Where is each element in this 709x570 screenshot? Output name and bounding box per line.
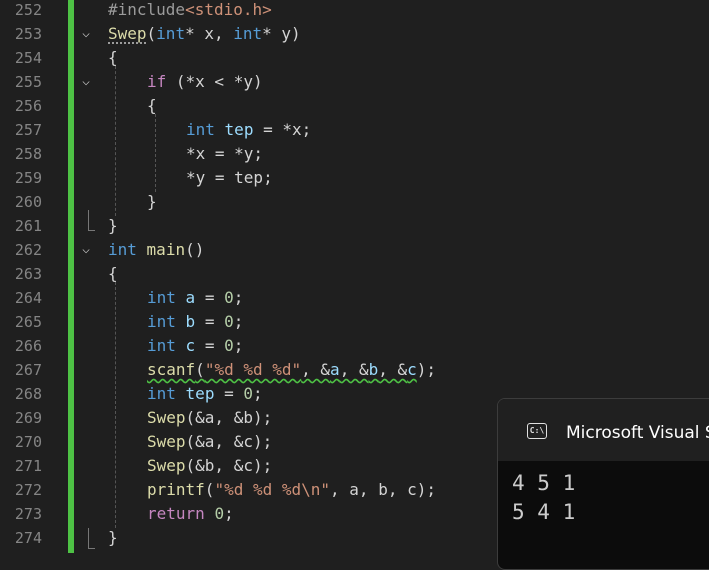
line-number: 271 <box>14 457 42 475</box>
code-line[interactable]: 255 ⌵ if (*x < *y) <box>0 70 709 94</box>
code-text: *y = tep; <box>186 168 273 187</box>
line-number: 254 <box>14 49 42 67</box>
line-number: 263 <box>14 265 42 283</box>
line-number: 272 <box>14 481 42 499</box>
code-line[interactable]: 267 scanf("%d %d %d", &a, &b, &c); <box>0 358 709 382</box>
console-output-line: 5 4 1 <box>512 500 576 524</box>
code-line[interactable]: 263 { <box>0 262 709 286</box>
code-line[interactable]: 264 int a = 0; <box>0 286 709 310</box>
line-number: 264 <box>14 289 42 307</box>
console-titlebar[interactable]: C:\ Microsoft Visual S <box>498 399 709 461</box>
code-line[interactable]: 256 { <box>0 94 709 118</box>
code-line[interactable]: 252 #include<stdio.h> <box>0 0 709 22</box>
line-number: 253 <box>14 25 42 43</box>
line-number: 270 <box>14 433 42 451</box>
code-text: int tep = 0; <box>147 384 263 403</box>
code-text: return 0; <box>147 504 234 523</box>
line-number: 258 <box>14 145 42 163</box>
code-text: Swep(int* x, int* y) <box>108 24 301 43</box>
line-number: 256 <box>14 97 42 115</box>
code-line[interactable]: 253 ⌵ Swep(int* x, int* y) <box>0 22 709 46</box>
code-text: int b = 0; <box>147 312 244 331</box>
line-number: 252 <box>14 1 42 19</box>
line-number: 274 <box>14 529 42 547</box>
code-text: { <box>147 96 157 115</box>
code-text: int main() <box>108 240 205 259</box>
line-number: 267 <box>14 361 42 379</box>
code-text: int c = 0; <box>147 336 244 355</box>
code-line[interactable]: 260 } <box>0 190 709 214</box>
chevron-down-icon[interactable]: ⌵ <box>78 22 94 46</box>
line-number: 266 <box>14 337 42 355</box>
code-text: *x = *y; <box>186 144 264 163</box>
code-text: Swep(&a, &b); <box>147 408 273 427</box>
line-number: 259 <box>14 169 42 187</box>
code-text: } <box>108 216 118 235</box>
code-line[interactable]: 266 int c = 0; <box>0 334 709 358</box>
code-text: if (*x < *y) <box>147 72 263 91</box>
chevron-down-icon[interactable]: ⌵ <box>78 238 94 262</box>
code-text: printf("%d %d %d\n", a, b, c); <box>147 480 436 499</box>
console-icon: C:\ <box>527 423 547 439</box>
code-line[interactable]: 258 *x = *y; <box>0 142 709 166</box>
code-text: #include<stdio.h> <box>108 0 272 19</box>
line-number: 262 <box>14 241 42 259</box>
code-line[interactable]: 254 { <box>0 46 709 70</box>
code-line[interactable]: 262 ⌵ int main() <box>0 238 709 262</box>
code-line[interactable]: 261 } <box>0 214 709 238</box>
code-text: int a = 0; <box>147 288 244 307</box>
code-text: { <box>108 264 118 283</box>
code-text: int tep = *x; <box>186 120 312 139</box>
code-line[interactable]: 259 *y = tep; <box>0 166 709 190</box>
line-number: 257 <box>14 121 42 139</box>
chevron-down-icon[interactable]: ⌵ <box>78 70 94 94</box>
code-text: scanf("%d %d %d", &a, &b, &c); <box>147 360 437 379</box>
code-line[interactable]: 257 int tep = *x; <box>0 118 709 142</box>
console-title: Microsoft Visual S <box>566 423 709 443</box>
warning-squiggle: scanf("%d %d %d", &a, &b, &c <box>147 360 417 379</box>
code-text: Swep(&a, &c); <box>147 432 273 451</box>
code-text: } <box>108 528 118 547</box>
debug-console-window[interactable]: C:\ Microsoft Visual S 4 5 1 5 4 1 <box>497 398 709 570</box>
code-text: { <box>108 48 118 67</box>
code-text: Swep(&b, &c); <box>147 456 273 475</box>
line-number: 260 <box>14 193 42 211</box>
line-number: 261 <box>14 217 42 235</box>
line-number: 268 <box>14 385 42 403</box>
code-text: } <box>147 192 157 211</box>
line-number: 273 <box>14 505 42 523</box>
console-output-line: 4 5 1 <box>512 471 576 495</box>
line-number: 255 <box>14 73 42 91</box>
code-line[interactable]: 265 int b = 0; <box>0 310 709 334</box>
line-number: 269 <box>14 409 42 427</box>
line-number: 265 <box>14 313 42 331</box>
